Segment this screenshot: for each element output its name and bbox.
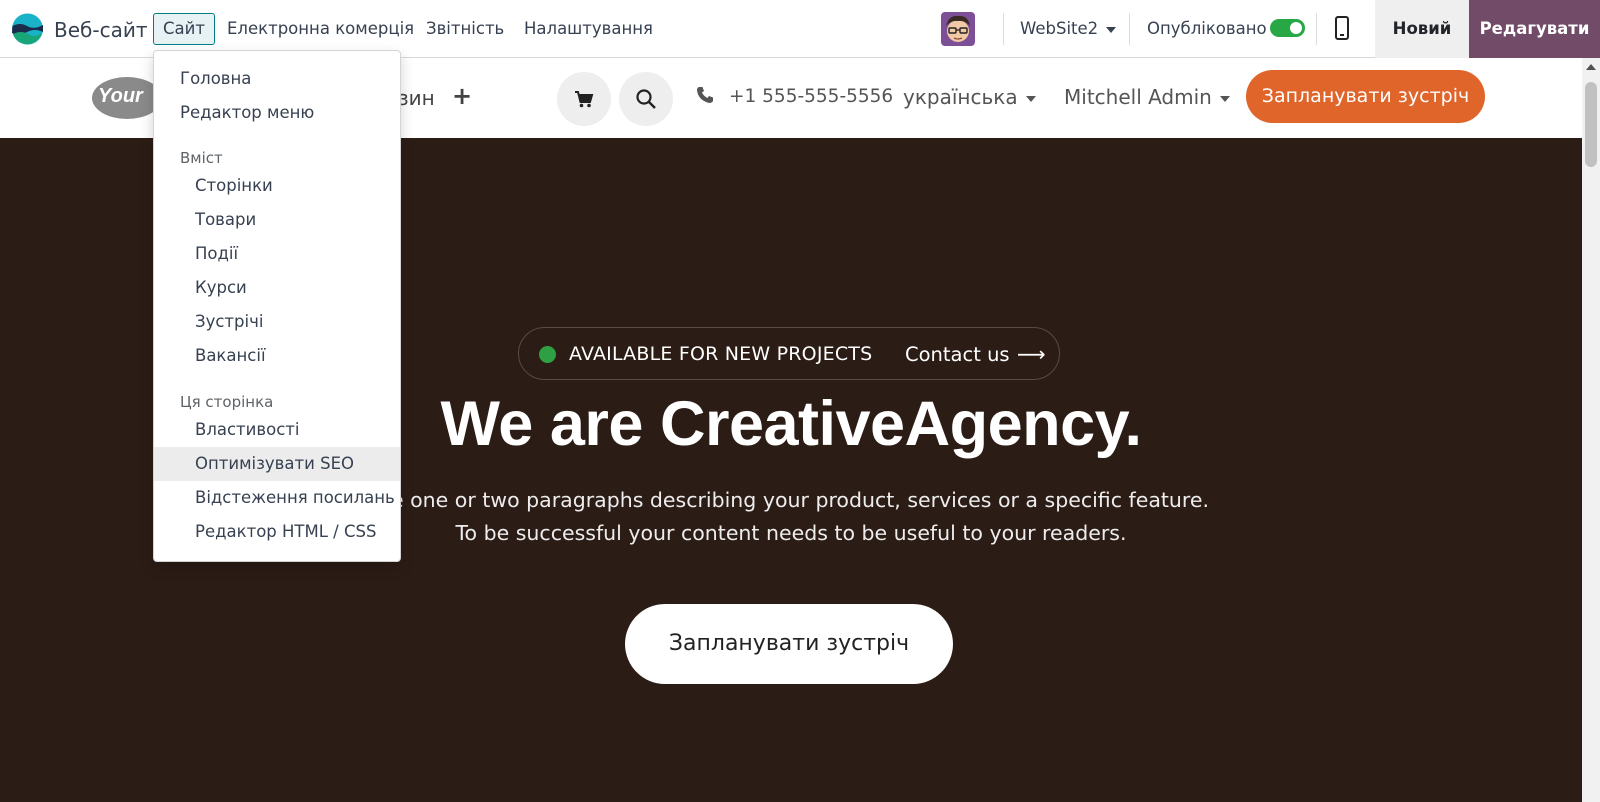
site-dropdown-menu: Головна Редактор меню Вміст Сторінки Тов… [153, 50, 401, 562]
user-menu[interactable]: Mitchell Admin [1064, 85, 1230, 109]
cart-button[interactable] [557, 72, 611, 126]
menu-item-menu-editor[interactable]: Редактор меню [154, 96, 400, 130]
menu-item-events[interactable]: Події [154, 237, 400, 271]
availability-badge: AVAILABLE FOR NEW PROJECTS Contact us ⟶ [518, 327, 1060, 380]
new-button[interactable]: Новий [1375, 0, 1469, 58]
published-label: Опубліковано [1147, 19, 1267, 38]
phone-number[interactable]: +1 555-555-5556 [729, 86, 893, 107]
search-button[interactable] [619, 72, 673, 126]
scrollbar-thumb[interactable] [1585, 82, 1597, 167]
menu-item-html-css-editor[interactable]: Редактор HTML / CSS [154, 515, 400, 549]
menu-item-jobs[interactable]: Вакансії [154, 339, 400, 373]
nav-site-menu[interactable]: Сайт [153, 13, 215, 45]
mobile-phone-icon[interactable] [1335, 16, 1349, 40]
menu-item-link-tracker[interactable]: Відстеження посилань [154, 481, 400, 515]
published-toggle[interactable] [1270, 19, 1305, 37]
availability-text: AVAILABLE FOR NEW PROJECTS [569, 343, 873, 365]
menu-item-appointments[interactable]: Зустрічі [154, 305, 400, 339]
shopping-cart-icon [575, 91, 594, 108]
app-name[interactable]: Веб-сайт [54, 18, 147, 42]
hero-appointment-button[interactable]: Запланувати зустріч [625, 604, 953, 684]
header-appointment-button[interactable]: Запланувати зустріч [1246, 70, 1485, 123]
menu-header-content: Вміст [180, 149, 223, 167]
menu-item-properties[interactable]: Властивості [154, 413, 400, 447]
menu-header-this-page: Ця сторінка [180, 393, 274, 411]
website-selector[interactable]: WebSite2 [1020, 19, 1117, 38]
arrow-right-icon[interactable]: ⟶ [1017, 342, 1046, 366]
nav-configuration[interactable]: Налаштування [524, 19, 653, 38]
svg-text:Your: Your [98, 85, 144, 107]
caret-down-icon [1219, 95, 1230, 102]
phone-icon [697, 87, 713, 103]
odoo-website-logo-icon[interactable] [11, 13, 44, 45]
page-scrollbar[interactable] [1582, 58, 1600, 802]
plus-icon[interactable]: + [452, 82, 472, 110]
status-dot [539, 346, 556, 363]
nav-ecommerce[interactable]: Електронна комерція [227, 19, 414, 38]
menu-item-optimize-seo[interactable]: Оптимізувати SEO [154, 447, 400, 481]
user-avatar[interactable] [941, 12, 975, 46]
language-selector[interactable]: українська [903, 85, 1036, 109]
menu-item-shop[interactable]: зин [398, 86, 435, 110]
edit-button[interactable]: Редагувати [1469, 0, 1600, 58]
contact-us-link[interactable]: Contact us [905, 343, 1010, 366]
menu-item-pages[interactable]: Сторінки [154, 169, 400, 203]
caret-down-icon [1025, 95, 1036, 102]
menu-item-products[interactable]: Товари [154, 203, 400, 237]
nav-reporting[interactable]: Звітність [426, 19, 504, 38]
search-icon [636, 89, 656, 109]
menu-item-homepage[interactable]: Головна [154, 62, 400, 96]
caret-down-icon [1106, 26, 1117, 33]
menu-item-courses[interactable]: Курси [154, 271, 400, 305]
scroll-up-arrow-icon[interactable] [1586, 64, 1596, 70]
site-logo[interactable]: Your [92, 76, 162, 120]
